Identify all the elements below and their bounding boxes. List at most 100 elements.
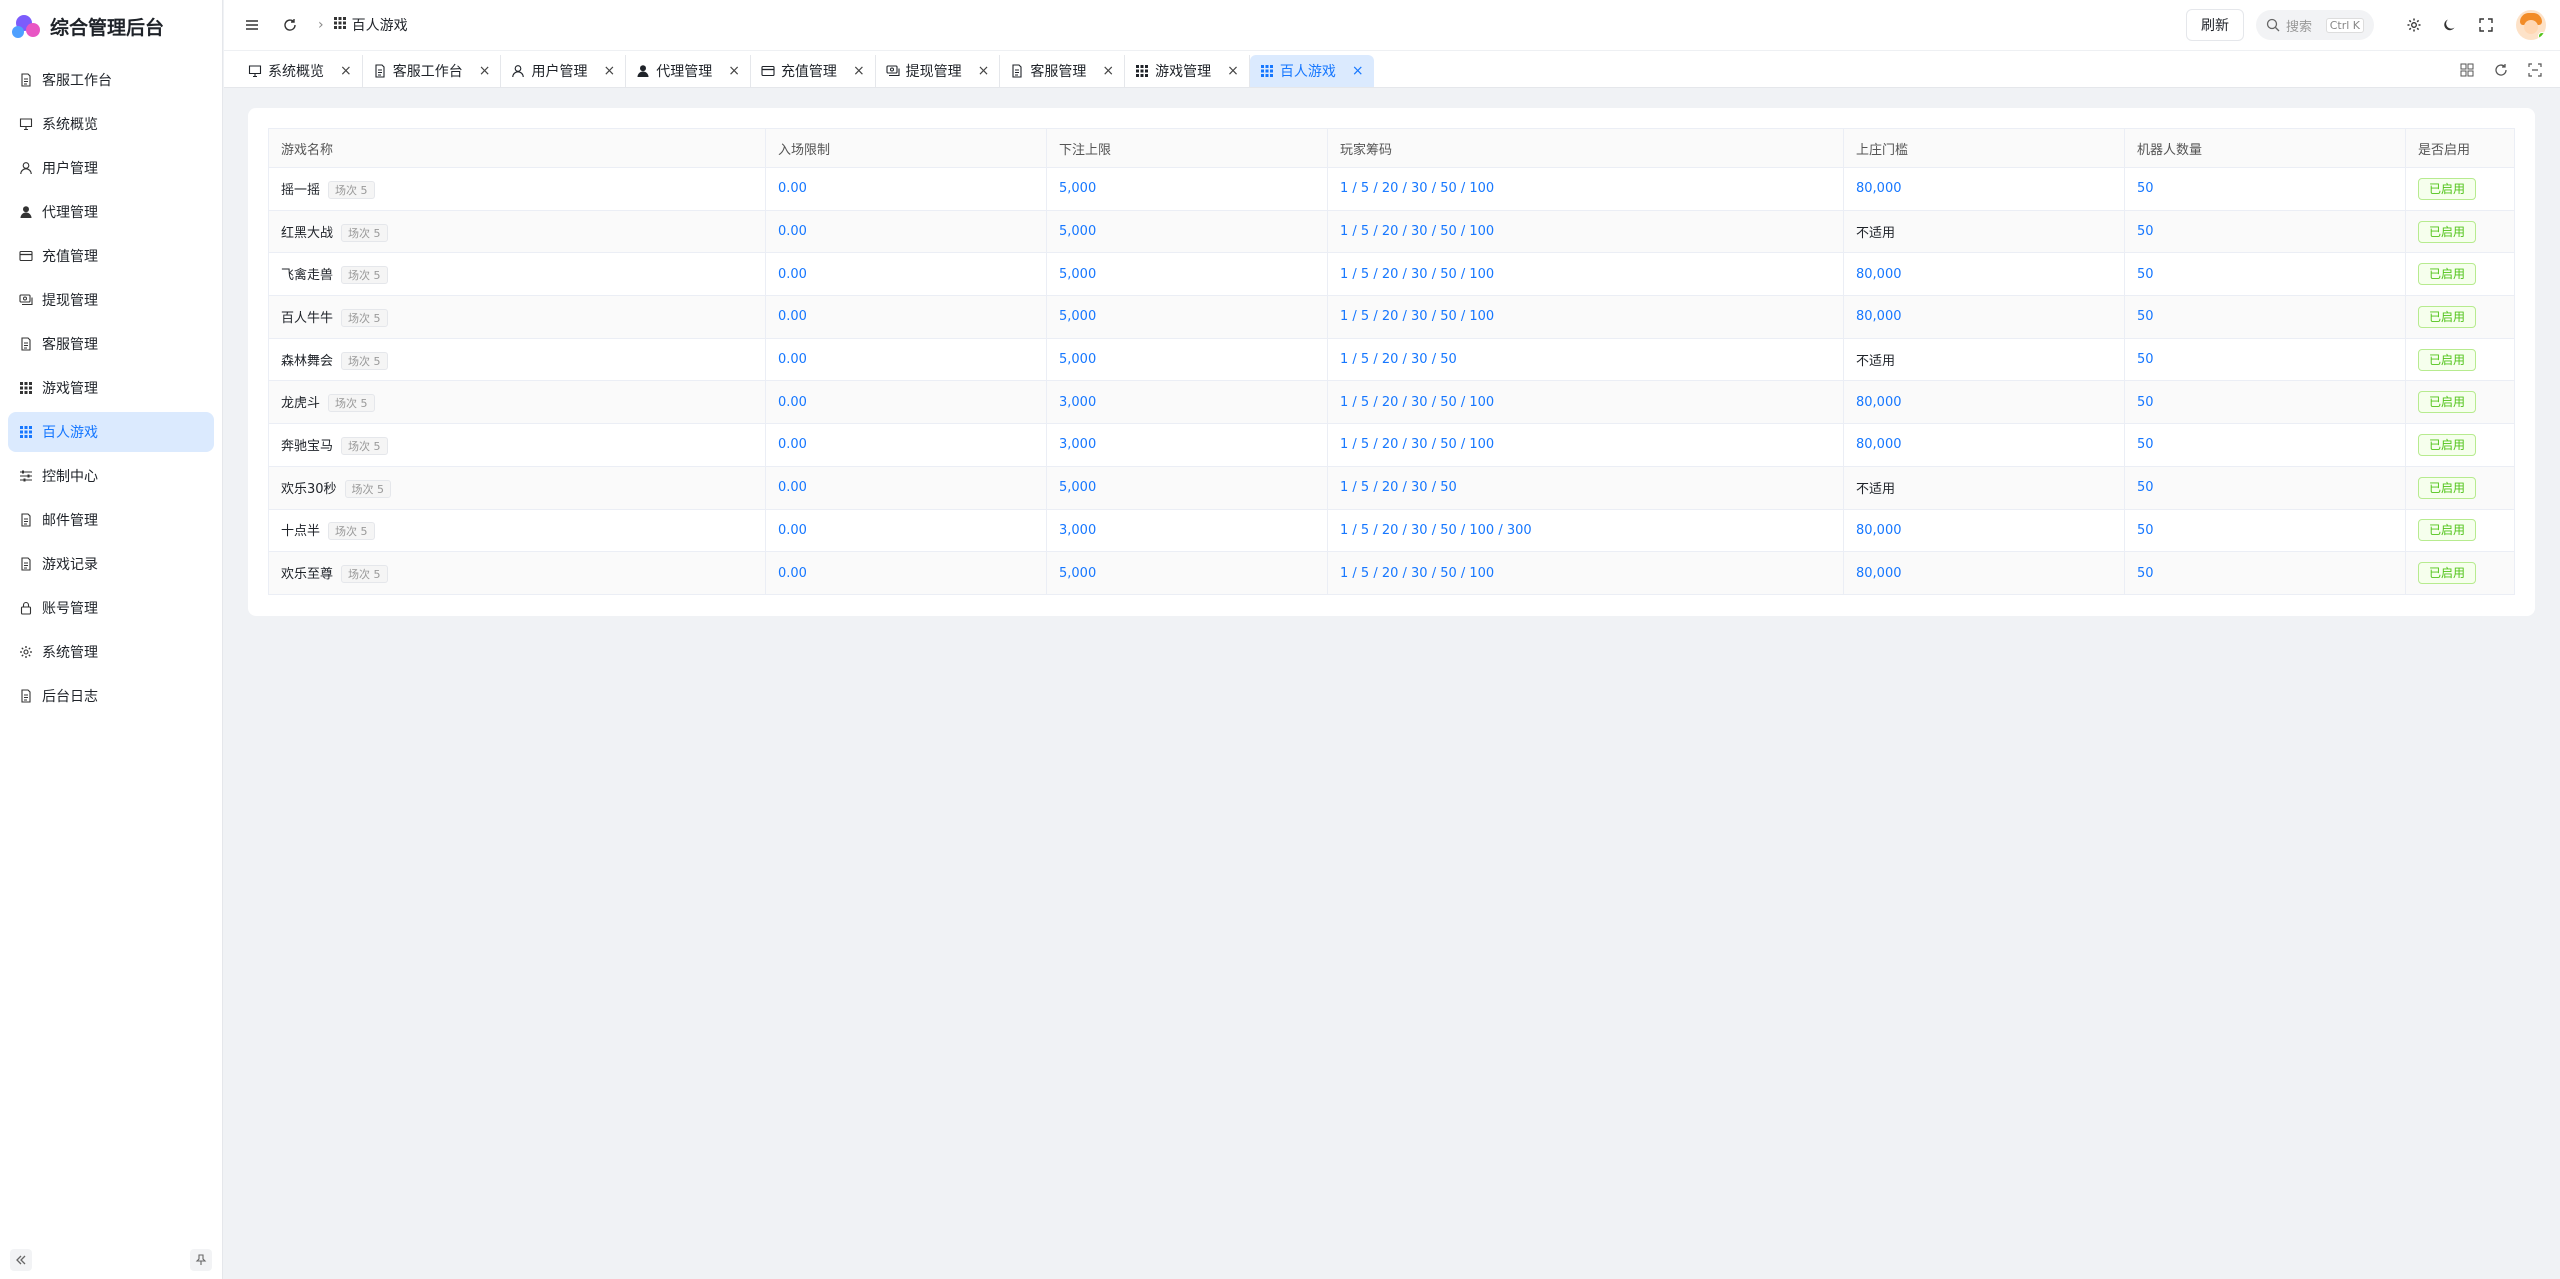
entry-limit[interactable]: 0.00 bbox=[778, 352, 807, 367]
robot-count[interactable]: 50 bbox=[2137, 267, 2154, 282]
tab-5[interactable]: 提现管理 × bbox=[876, 55, 1001, 87]
robot-count[interactable]: 50 bbox=[2137, 437, 2154, 452]
banker-threshold[interactable]: 80,000 bbox=[1856, 395, 1902, 410]
sidebar-item-9[interactable]: 控制中心 bbox=[8, 456, 214, 496]
close-icon[interactable]: × bbox=[1352, 63, 1364, 79]
entry-limit[interactable]: 0.00 bbox=[778, 181, 807, 196]
column-header[interactable]: 上庄门槛 bbox=[1843, 128, 2125, 168]
sidebar-item-8[interactable]: 百人游戏 bbox=[8, 412, 214, 452]
avatar[interactable] bbox=[2516, 10, 2546, 40]
banker-threshold[interactable]: 80,000 bbox=[1856, 566, 1902, 581]
bet-limit[interactable]: 3,000 bbox=[1059, 437, 1096, 452]
column-header[interactable]: 机器人数量 bbox=[2124, 128, 2406, 168]
sidebar-item-5[interactable]: 提现管理 bbox=[8, 280, 214, 320]
banker-threshold[interactable]: 80,000 bbox=[1856, 437, 1902, 452]
sidebar-item-6[interactable]: 客服管理 bbox=[8, 324, 214, 364]
banker-threshold[interactable]: 80,000 bbox=[1856, 181, 1902, 196]
entry-limit[interactable]: 0.00 bbox=[778, 395, 807, 410]
status-badge[interactable]: 已启用 bbox=[2418, 476, 2477, 499]
tab-1[interactable]: 客服工作台 × bbox=[363, 55, 502, 87]
bet-limit[interactable]: 5,000 bbox=[1059, 352, 1096, 367]
table-row[interactable]: 飞禽走兽 场次 5 0.00 5,000 1 / 5 / 20 / 30 / 50 / … bbox=[268, 252, 2515, 297]
app-logo[interactable]: 综合管理后台 bbox=[0, 0, 222, 52]
sidebar-item-1[interactable]: 系统概览 bbox=[8, 104, 214, 144]
bet-limit[interactable]: 5,000 bbox=[1059, 309, 1096, 324]
tab-layout-button[interactable] bbox=[2450, 56, 2484, 84]
tab-reload-button[interactable] bbox=[2484, 56, 2518, 84]
table-row[interactable]: 摇一摇 场次 5 0.00 5,000 1 / 5 / 20 / 30 / 50 / 1… bbox=[268, 167, 2515, 211]
status-badge[interactable]: 已启用 bbox=[2418, 220, 2477, 243]
close-icon[interactable]: × bbox=[479, 63, 491, 79]
sidebar-item-7[interactable]: 游戏管理 bbox=[8, 368, 214, 408]
breadcrumb-current[interactable]: 百人游戏 bbox=[352, 15, 408, 35]
tab-2[interactable]: 用户管理 × bbox=[501, 55, 627, 87]
sidebar-item-14[interactable]: 后台日志 bbox=[8, 676, 214, 716]
banker-threshold[interactable]: 80,000 bbox=[1856, 309, 1902, 324]
tab-3[interactable]: 代理管理 × bbox=[626, 55, 751, 87]
close-icon[interactable]: × bbox=[1227, 63, 1239, 79]
robot-count[interactable]: 50 bbox=[2137, 480, 2154, 495]
table-row[interactable]: 红黑大战 场次 5 0.00 5,000 1 / 5 / 20 / 30 / 50 / … bbox=[268, 210, 2515, 254]
entry-limit[interactable]: 0.00 bbox=[778, 437, 807, 452]
status-badge[interactable]: 已启用 bbox=[2418, 433, 2477, 456]
column-header[interactable]: 下注上限 bbox=[1046, 128, 1328, 168]
entry-limit[interactable]: 0.00 bbox=[778, 566, 807, 581]
close-icon[interactable]: × bbox=[978, 63, 990, 79]
close-icon[interactable]: × bbox=[728, 63, 740, 79]
player-chips[interactable]: 1 / 5 / 20 / 30 / 50 / 100 bbox=[1340, 309, 1494, 324]
status-badge[interactable]: 已启用 bbox=[2418, 177, 2477, 200]
column-header[interactable]: 游戏名称 bbox=[268, 128, 766, 168]
entry-limit[interactable]: 0.00 bbox=[778, 480, 807, 495]
status-badge[interactable]: 已启用 bbox=[2418, 305, 2477, 328]
sidebar-item-11[interactable]: 游戏记录 bbox=[8, 544, 214, 584]
player-chips[interactable]: 1 / 5 / 20 / 30 / 50 / 100 bbox=[1340, 181, 1494, 196]
robot-count[interactable]: 50 bbox=[2137, 566, 2154, 581]
tab-fullscreen-button[interactable] bbox=[2518, 56, 2552, 84]
robot-count[interactable]: 50 bbox=[2137, 309, 2154, 324]
tab-4[interactable]: 充值管理 × bbox=[751, 55, 876, 87]
bet-limit[interactable]: 5,000 bbox=[1059, 181, 1096, 196]
bet-limit[interactable]: 5,000 bbox=[1059, 267, 1096, 282]
theme-toggle-button[interactable] bbox=[2432, 10, 2468, 40]
player-chips[interactable]: 1 / 5 / 20 / 30 / 50 bbox=[1340, 480, 1457, 495]
close-icon[interactable]: × bbox=[1102, 63, 1114, 79]
reload-button[interactable] bbox=[276, 11, 304, 39]
player-chips[interactable]: 1 / 5 / 20 / 30 / 50 / 100 / 300 bbox=[1340, 523, 1532, 538]
table-row[interactable]: 百人牛牛 场次 5 0.00 5,000 1 / 5 / 20 / 30 / 50 / … bbox=[268, 295, 2515, 339]
table-row[interactable]: 奔驰宝马 场次 5 0.00 3,000 1 / 5 / 20 / 30 / 50 / … bbox=[268, 423, 2515, 467]
status-badge[interactable]: 已启用 bbox=[2418, 562, 2477, 585]
fullscreen-button[interactable] bbox=[2468, 10, 2504, 40]
entry-limit[interactable]: 0.00 bbox=[778, 267, 807, 282]
search-input[interactable]: 搜索 Ctrl K bbox=[2256, 10, 2374, 40]
sidebar-item-12[interactable]: 账号管理 bbox=[8, 588, 214, 628]
bet-limit[interactable]: 5,000 bbox=[1059, 566, 1096, 581]
status-badge[interactable]: 已启用 bbox=[2418, 519, 2477, 542]
robot-count[interactable]: 50 bbox=[2137, 181, 2154, 196]
player-chips[interactable]: 1 / 5 / 20 / 30 / 50 / 100 bbox=[1340, 224, 1494, 239]
tab-7[interactable]: 游戏管理 × bbox=[1125, 55, 1250, 87]
table-row[interactable]: 龙虎斗 场次 5 0.00 3,000 1 / 5 / 20 / 30 / 50 / 1… bbox=[268, 380, 2515, 425]
status-badge[interactable]: 已启用 bbox=[2418, 348, 2477, 371]
refresh-button[interactable]: 刷新 bbox=[2186, 9, 2244, 41]
robot-count[interactable]: 50 bbox=[2137, 352, 2154, 367]
bet-limit[interactable]: 3,000 bbox=[1059, 523, 1096, 538]
tab-8[interactable]: 百人游戏 × bbox=[1249, 55, 1374, 87]
table-row[interactable]: 森林舞会 场次 5 0.00 5,000 1 / 5 / 20 / 30 / 50 不适用… bbox=[268, 338, 2515, 382]
player-chips[interactable]: 1 / 5 / 20 / 30 / 50 / 100 bbox=[1340, 566, 1494, 581]
tab-6[interactable]: 客服管理 × bbox=[1000, 55, 1126, 87]
column-header[interactable]: 玩家筹码 bbox=[1327, 128, 1844, 168]
player-chips[interactable]: 1 / 5 / 20 / 30 / 50 / 100 bbox=[1340, 395, 1494, 410]
close-icon[interactable]: × bbox=[340, 63, 352, 79]
column-header[interactable]: 入场限制 bbox=[765, 128, 1047, 168]
banker-threshold[interactable]: 80,000 bbox=[1856, 523, 1902, 538]
collapse-sidebar-button[interactable] bbox=[10, 1249, 32, 1271]
status-badge[interactable]: 已启用 bbox=[2418, 263, 2477, 286]
tab-0[interactable]: 系统概览 × bbox=[238, 55, 363, 87]
sidebar-item-10[interactable]: 邮件管理 bbox=[8, 500, 214, 540]
sidebar-item-13[interactable]: 系统管理 bbox=[8, 632, 214, 672]
column-header[interactable]: 是否启用 bbox=[2405, 128, 2515, 168]
table-row[interactable]: 欢乐至尊 场次 5 0.00 5,000 1 / 5 / 20 / 30 / 50 / … bbox=[268, 551, 2515, 595]
entry-limit[interactable]: 0.00 bbox=[778, 309, 807, 324]
player-chips[interactable]: 1 / 5 / 20 / 30 / 50 / 100 bbox=[1340, 437, 1494, 452]
robot-count[interactable]: 50 bbox=[2137, 395, 2154, 410]
